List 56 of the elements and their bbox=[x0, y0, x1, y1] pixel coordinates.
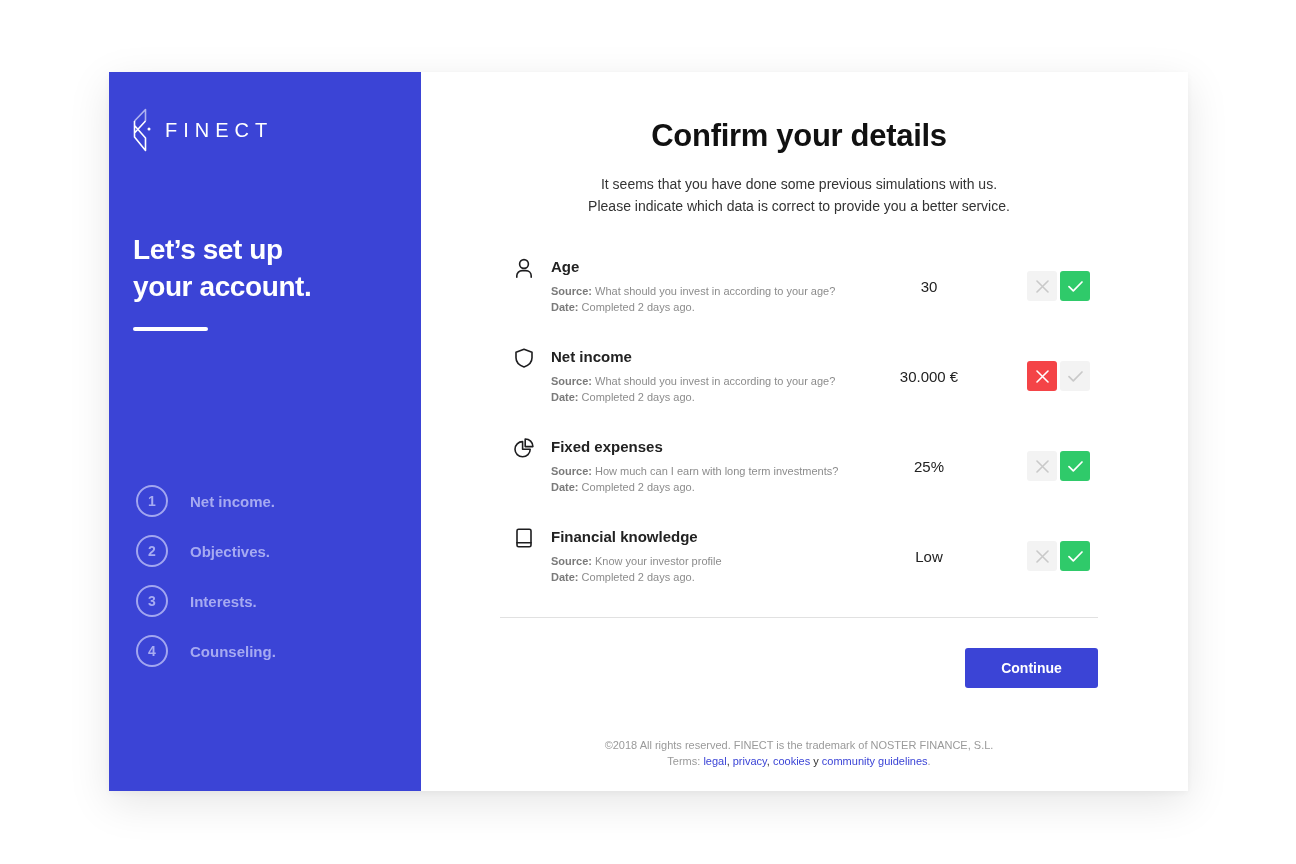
terms-link[interactable]: community guidelines bbox=[821, 755, 928, 767]
date-text: Date: Completed 2 days ago. bbox=[551, 480, 696, 495]
check-icon bbox=[1067, 550, 1083, 562]
check-icon bbox=[1067, 370, 1083, 382]
step-label: Net income. bbox=[190, 492, 276, 510]
source-text: Source: What should you invest in according to your age? bbox=[551, 284, 837, 299]
shield-icon bbox=[514, 348, 534, 368]
reject-button[interactable] bbox=[1027, 451, 1057, 481]
step-number: 3 bbox=[136, 585, 168, 617]
date-text: Date: Completed 2 days ago. bbox=[551, 570, 696, 585]
item-title: Financial knowledge bbox=[551, 527, 699, 547]
item-value: Low bbox=[914, 547, 944, 565]
step-label: Objectives. bbox=[190, 542, 271, 560]
pie-chart-icon bbox=[514, 438, 534, 458]
step-label: Interests. bbox=[190, 592, 257, 610]
item-value: 30 bbox=[919, 277, 939, 295]
terms-text: Terms: legal, privacy, cookies y community guidelines. bbox=[667, 754, 931, 769]
check-icon bbox=[1067, 460, 1083, 472]
accept-button[interactable] bbox=[1060, 271, 1090, 301]
x-icon bbox=[1035, 279, 1049, 293]
logo-icon bbox=[133, 108, 151, 152]
step-label: Counseling. bbox=[190, 642, 276, 660]
accept-button[interactable] bbox=[1060, 541, 1090, 571]
item-title: Fixed expenses bbox=[551, 437, 664, 457]
step-number: 1 bbox=[136, 485, 168, 517]
brand-name: FINECT bbox=[165, 118, 274, 142]
item-title: Net income bbox=[551, 347, 633, 367]
page-title: Confirm your details bbox=[650, 117, 948, 155]
date-text: Date: Completed 2 days ago. bbox=[551, 390, 696, 405]
step-number: 4 bbox=[136, 635, 168, 667]
item-value: 25% bbox=[913, 457, 945, 475]
source-text: Source: What should you invest in according to your age? bbox=[551, 374, 837, 389]
item-title: Age bbox=[551, 257, 581, 277]
terms-link[interactable]: cookies bbox=[772, 755, 811, 767]
x-icon bbox=[1035, 369, 1049, 383]
source-text: Source: How much can I earn with long term investments? bbox=[551, 464, 840, 479]
continue-button[interactable]: Continue bbox=[965, 648, 1098, 688]
terms-link[interactable]: privacy bbox=[732, 755, 767, 767]
book-icon bbox=[514, 528, 534, 548]
reject-button[interactable] bbox=[1027, 271, 1057, 301]
x-icon bbox=[1035, 549, 1049, 563]
date-text: Date: Completed 2 days ago. bbox=[551, 300, 696, 315]
terms-link[interactable]: legal bbox=[703, 755, 727, 767]
step-number: 2 bbox=[136, 535, 168, 567]
intro-text: It seems that you have done some previous simulations with us. bbox=[600, 175, 998, 194]
x-icon bbox=[1035, 459, 1049, 473]
sidebar-heading: Let’s set up your account. bbox=[133, 233, 313, 304]
copyright-text: ©2018 All rights reserved. FINECT is the trademark of NOSTER FINANCE, S.L. bbox=[604, 738, 994, 753]
item-value: 30.000 € bbox=[898, 367, 960, 385]
intro-text: Please indicate which data is correct to provide you a better service. bbox=[588, 197, 1010, 216]
accept-button[interactable] bbox=[1060, 451, 1090, 481]
reject-button[interactable] bbox=[1027, 541, 1057, 571]
person-icon bbox=[514, 258, 534, 278]
source-text: Source: Know your investor profile bbox=[551, 554, 723, 569]
check-icon bbox=[1067, 280, 1083, 292]
reject-button[interactable] bbox=[1027, 361, 1057, 391]
